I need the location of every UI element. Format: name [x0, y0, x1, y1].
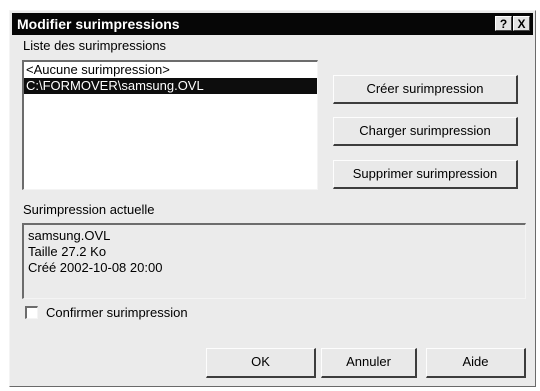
ok-button[interactable]: OK — [206, 348, 316, 378]
current-overlay-info: samsung.OVL Taille 27.2 Ko Créé 2002-10-… — [22, 223, 526, 299]
close-icon[interactable]: X — [513, 16, 530, 31]
load-overlay-button[interactable]: Charger surimpression — [333, 117, 518, 146]
overlay-name: samsung.OVL — [28, 228, 111, 243]
create-overlay-button[interactable]: Créer surimpression — [333, 75, 518, 104]
current-overlay-label: Surimpression actuelle — [23, 202, 155, 217]
overlay-size: Taille 27.2 Ko — [28, 244, 107, 259]
confirm-overlay-checkbox[interactable] — [25, 306, 38, 319]
delete-overlay-button[interactable]: Supprimer surimpression — [333, 160, 518, 189]
help-icon[interactable]: ? — [495, 16, 512, 31]
window-title: Modifier surimpressions — [17, 16, 180, 32]
title-bar[interactable]: Modifier surimpressions ? X — [12, 13, 533, 35]
overlay-created: Créé 2002-10-08 20:00 — [28, 260, 163, 275]
overlay-listbox[interactable]: <Aucune surimpression> C:\FORMOVER\samsu… — [22, 60, 318, 190]
help-button[interactable]: Aide — [426, 348, 526, 378]
list-label: Liste des surimpressions — [23, 38, 167, 53]
list-item[interactable]: <Aucune surimpression> — [24, 62, 317, 78]
cancel-button[interactable]: Annuler — [321, 348, 417, 378]
confirm-overlay-label[interactable]: Confirmer surimpression — [46, 305, 188, 320]
list-item-selected[interactable]: C:\FORMOVER\samsung.OVL — [24, 78, 317, 94]
